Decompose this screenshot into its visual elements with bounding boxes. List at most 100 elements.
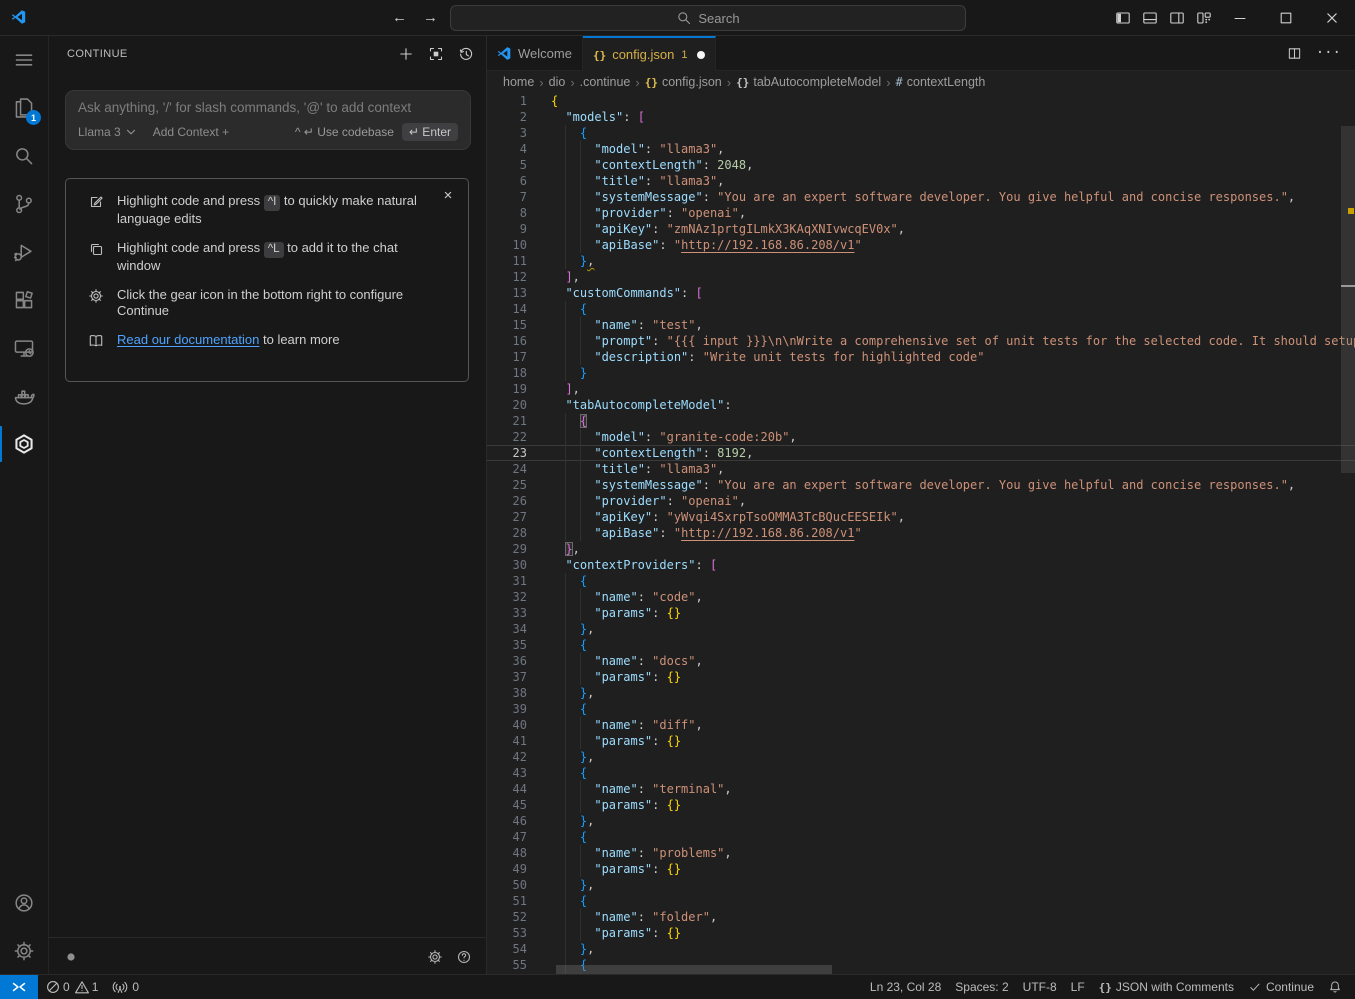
- code-line-45[interactable]: 45"params": {}: [487, 797, 1355, 813]
- status-language-mode[interactable]: {}JSON with Comments: [1092, 975, 1241, 999]
- breadcrumb-tabAutocompleteModel[interactable]: {}tabAutocompleteModel: [736, 75, 881, 89]
- command-center-search[interactable]: Search: [450, 5, 966, 31]
- nav-forward-button[interactable]: →: [423, 9, 438, 26]
- breadcrumb-.continue[interactable]: .continue: [580, 75, 631, 89]
- close-icon[interactable]: [1309, 0, 1355, 35]
- activity-run-debug[interactable]: [0, 228, 48, 276]
- code-line-20[interactable]: 20"tabAutocompleteModel":: [487, 397, 1355, 413]
- activity-remote-explorer[interactable]: [0, 324, 48, 372]
- status-continue-status[interactable]: Continue: [1241, 975, 1321, 999]
- status-eol[interactable]: LF: [1064, 975, 1092, 999]
- split-editor-icon[interactable]: [1287, 46, 1302, 61]
- code-line-51[interactable]: 51{: [487, 893, 1355, 909]
- chat-input[interactable]: Ask anything, '/' for slash commands, '@…: [78, 100, 458, 115]
- code-line-33[interactable]: 33"params": {}: [487, 605, 1355, 621]
- code-line-43[interactable]: 43{: [487, 765, 1355, 781]
- code-line-39[interactable]: 39{: [487, 701, 1355, 717]
- tab-Welcome[interactable]: Welcome: [487, 36, 583, 71]
- code-line-9[interactable]: 9"apiKey": "zmNAz1prtgILmkX3KAqXNIvwcqEV…: [487, 221, 1355, 237]
- enter-button[interactable]: ↵ Enter: [402, 123, 458, 141]
- code-line-19[interactable]: 19],: [487, 381, 1355, 397]
- code-line-40[interactable]: 40"name": "diff",: [487, 717, 1355, 733]
- code-line-6[interactable]: 6"title": "llama3",: [487, 173, 1355, 189]
- activity-source-control[interactable]: [0, 180, 48, 228]
- activity-docker[interactable]: [0, 372, 48, 420]
- code-line-54[interactable]: 54},: [487, 941, 1355, 957]
- code-line-35[interactable]: 35{: [487, 637, 1355, 653]
- code-line-29[interactable]: 29},: [487, 541, 1355, 557]
- code-line-1[interactable]: 1{: [487, 93, 1355, 109]
- status-encoding[interactable]: UTF-8: [1016, 975, 1064, 999]
- code-line-28[interactable]: 28"apiBase": "http://192.168.86.208/v1": [487, 525, 1355, 541]
- add-context-button[interactable]: Add Context +: [153, 125, 229, 139]
- frame-icon[interactable]: [426, 44, 446, 64]
- code-line-22[interactable]: 22"model": "granite-code:20b",: [487, 429, 1355, 445]
- code-line-17[interactable]: 17"description": "Write unit tests for h…: [487, 349, 1355, 365]
- minimize-icon[interactable]: [1217, 0, 1263, 35]
- tab-config.json[interactable]: {}config.json1: [583, 36, 717, 71]
- code-line-53[interactable]: 53"params": {}: [487, 925, 1355, 941]
- code-line-25[interactable]: 25"systemMessage": "You are an expert so…: [487, 477, 1355, 493]
- code-line-37[interactable]: 37"params": {}: [487, 669, 1355, 685]
- code-line-13[interactable]: 13"customCommands": [: [487, 285, 1355, 301]
- activity-menu[interactable]: [0, 36, 48, 84]
- code-line-47[interactable]: 47{: [487, 829, 1355, 845]
- code-line-42[interactable]: 42},: [487, 749, 1355, 765]
- layout-sidebar-right-icon[interactable]: [1163, 0, 1190, 35]
- code-line-8[interactable]: 8"provider": "openai",: [487, 205, 1355, 221]
- status-notifications[interactable]: [1321, 975, 1349, 999]
- status-cursor-position[interactable]: Ln 23, Col 28: [863, 975, 948, 999]
- history-icon[interactable]: [456, 44, 476, 64]
- code-line-5[interactable]: 5"contextLength": 2048,: [487, 157, 1355, 173]
- breadcrumb-dio[interactable]: dio: [549, 75, 566, 89]
- code-line-4[interactable]: 4"model": "llama3",: [487, 141, 1355, 157]
- code-line-18[interactable]: 18}: [487, 365, 1355, 381]
- close-icon[interactable]: ×: [440, 187, 456, 203]
- code-line-41[interactable]: 41"params": {}: [487, 733, 1355, 749]
- code-line-31[interactable]: 31{: [487, 573, 1355, 589]
- code-line-32[interactable]: 32"name": "code",: [487, 589, 1355, 605]
- code-line-12[interactable]: 12],: [487, 269, 1355, 285]
- problems-indicator[interactable]: 0 1: [38, 975, 105, 999]
- code-line-14[interactable]: 14{: [487, 301, 1355, 317]
- maximize-icon[interactable]: [1263, 0, 1309, 35]
- code-line-21[interactable]: 21{: [487, 413, 1355, 429]
- horizontal-scrollbar[interactable]: [556, 965, 832, 974]
- code-line-16[interactable]: 16"prompt": "{{{ input }}}\n\nWrite a co…: [487, 333, 1355, 349]
- breadcrumb-config.json[interactable]: {}config.json: [645, 75, 722, 89]
- code-line-46[interactable]: 46},: [487, 813, 1355, 829]
- layout-panel-icon[interactable]: [1136, 0, 1163, 35]
- code-line-15[interactable]: 15"name": "test",: [487, 317, 1355, 333]
- code-line-7[interactable]: 7"systemMessage": "You are an expert sof…: [487, 189, 1355, 205]
- remote-indicator[interactable]: [0, 975, 38, 999]
- code-line-52[interactable]: 52"name": "folder",: [487, 909, 1355, 925]
- breadcrumb-home[interactable]: home: [503, 75, 534, 89]
- help-icon[interactable]: [456, 949, 472, 965]
- code-line-24[interactable]: 24"title": "llama3",: [487, 461, 1355, 477]
- code-line-10[interactable]: 10"apiBase": "http://192.168.86.208/v1": [487, 237, 1355, 253]
- activity-search[interactable]: [0, 132, 48, 180]
- code-line-3[interactable]: 3{: [487, 125, 1355, 141]
- code-line-48[interactable]: 48"name": "problems",: [487, 845, 1355, 861]
- code-line-30[interactable]: 30"contextProviders": [: [487, 557, 1355, 573]
- model-selector[interactable]: Llama 3: [78, 124, 139, 140]
- plus-icon[interactable]: [396, 44, 416, 64]
- activity-gear[interactable]: [0, 927, 48, 975]
- gear-icon[interactable]: [427, 949, 443, 965]
- breadcrumb-contextLength[interactable]: #contextLength: [896, 75, 986, 89]
- more-icon[interactable]: ···: [1316, 44, 1341, 62]
- activity-account[interactable]: [0, 879, 48, 927]
- code-line-50[interactable]: 50},: [487, 877, 1355, 893]
- code-line-27[interactable]: 27"apiKey": "yWvqi4SxrpTsoOMMA3TcBQucEES…: [487, 509, 1355, 525]
- documentation-link[interactable]: Read our documentation: [117, 332, 259, 347]
- layout-customize-icon[interactable]: [1190, 0, 1217, 35]
- chat-input-card[interactable]: Ask anything, '/' for slash commands, '@…: [65, 90, 471, 150]
- layout-sidebar-left-icon[interactable]: [1109, 0, 1136, 35]
- code-line-44[interactable]: 44"name": "terminal",: [487, 781, 1355, 797]
- code-line-2[interactable]: 2"models": [: [487, 109, 1355, 125]
- activity-explorer[interactable]: 1: [0, 84, 48, 132]
- status-indentation[interactable]: Spaces: 2: [948, 975, 1015, 999]
- code-line-36[interactable]: 36"name": "docs",: [487, 653, 1355, 669]
- nav-back-button[interactable]: ←: [392, 9, 407, 26]
- vertical-scrollbar[interactable]: [1341, 126, 1355, 473]
